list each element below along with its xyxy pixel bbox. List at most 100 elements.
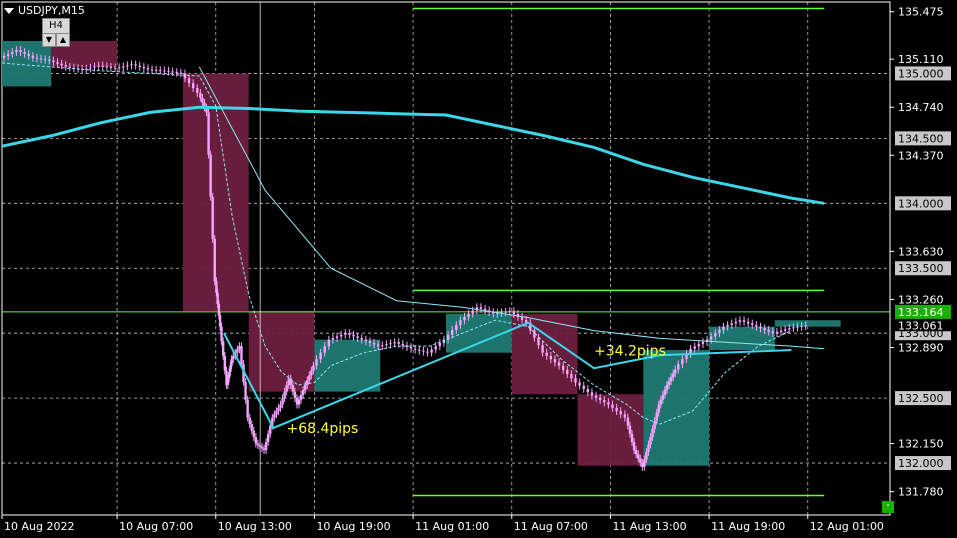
m15-body [430,349,433,353]
m15-body [681,359,684,365]
m15-body [389,343,392,345]
m15-body [641,462,644,467]
m15-body [632,441,636,451]
x-tick-label: 11 Aug 13:00 [612,520,686,533]
m15-body [23,52,26,54]
m15-body [438,342,442,347]
h4-candle [577,394,644,466]
m15-body [260,446,264,449]
m15-body [101,65,104,67]
level-label: 132.500 [898,392,944,405]
m15-body [244,381,247,400]
m15-body [275,411,278,415]
collapse-button[interactable]: - [882,501,894,513]
y-tick-label: 135.110 [898,53,944,66]
m15-body [250,424,253,431]
m15-body [783,329,787,331]
m15-body [356,336,359,339]
m15-body [643,459,646,467]
m15-body [598,397,602,401]
level-label: 132.000 [898,457,944,470]
pip-annotation: +34.2pips [594,343,666,359]
m15-body [43,59,47,61]
m15-body [303,385,307,390]
m15-body [240,346,243,365]
m15-body [479,307,483,309]
symbol-header[interactable]: USDJPY,M15 [4,4,85,17]
m15-body [308,375,311,381]
tf-down-button[interactable]: ▼ [42,33,56,47]
m15-body [130,64,133,66]
m15-body [207,112,210,155]
m15-body [283,391,286,399]
m15-body [238,346,241,350]
m15-body [27,53,30,56]
m15-body [788,327,791,330]
m15-body [665,385,669,390]
m15-body [677,364,680,370]
m15-body [722,326,725,330]
m15-body [566,369,569,375]
timeframe-badge[interactable]: H4 [42,18,70,34]
m15-body [68,66,72,68]
m15-body [312,365,315,371]
m15-body [142,66,146,69]
m15-body [230,359,233,366]
level-label: 133.500 [898,262,944,275]
h4-candle [643,350,710,466]
m15-body [6,53,10,56]
y-tick-label: 133.630 [898,245,944,258]
m15-body [167,70,170,72]
m15-body [376,344,380,347]
pip-annotation: +68.4pips [286,421,358,437]
m15-body [751,323,754,326]
m15-body [455,325,458,330]
m15-body [639,458,642,463]
m15-body [422,350,425,352]
m15-body [549,355,553,360]
m15-body [512,311,516,315]
m15-body [154,69,158,71]
m15-body [738,320,742,322]
m15-body [709,336,713,340]
m15-body [792,327,795,329]
m15-body [360,338,363,340]
m15-body [258,445,262,447]
m15-body [117,67,121,69]
dropdown-triangle-icon[interactable] [4,8,14,14]
x-tick-label: 10 Aug 19:00 [316,520,390,533]
m15-body [651,428,654,438]
m15-body [655,412,658,421]
m15-body [262,448,266,451]
x-tick-label: 11 Aug 19:00 [711,520,785,533]
m15-body [746,321,750,324]
m15-body [213,239,216,282]
m15-body [459,320,462,326]
m15-body [297,399,301,405]
m15-body [221,341,225,356]
m15-body [561,365,565,370]
m15-body [93,66,96,68]
m15-body [35,57,39,59]
m15-body [623,414,627,418]
m15-body [504,311,507,313]
m15-body [323,346,326,353]
m15-body [285,385,288,392]
m15-body [381,345,384,347]
m15-body [64,65,67,67]
m15-body [393,342,396,344]
m15-body [626,417,630,426]
y-tick-label: 134.370 [898,149,944,162]
tf-up-button[interactable]: ▲ [56,33,70,47]
m15-body [697,344,701,347]
m15-body [804,325,807,327]
m15-body [663,389,667,395]
m15-body [607,402,610,405]
level-label: 134.000 [898,197,944,210]
m15-body [264,441,268,451]
m15-body [800,326,803,328]
m15-body [553,359,557,363]
m15-body [636,454,640,459]
m15-body [306,380,309,386]
m15-body [252,430,256,438]
